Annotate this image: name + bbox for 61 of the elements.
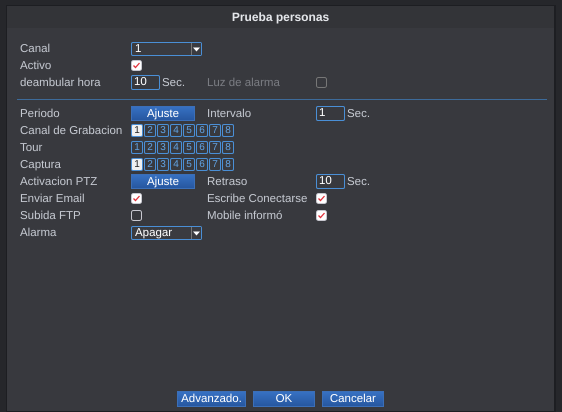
channel-toggle[interactable]: 6 xyxy=(196,158,208,171)
channel-toggle[interactable]: 5 xyxy=(183,158,195,171)
setup-button[interactable]: Ajuste xyxy=(131,106,195,121)
field-label: Tour xyxy=(20,142,44,154)
field-label: Canal xyxy=(20,42,52,54)
window-title: Prueba personas xyxy=(232,10,330,24)
checkbox[interactable] xyxy=(316,210,327,221)
channel-toggle[interactable]: 1 xyxy=(131,141,143,154)
field-label: Alarma xyxy=(20,226,58,238)
dropdown[interactable]: Apagar xyxy=(131,226,202,240)
number-field[interactable]: 10 xyxy=(316,174,345,189)
field-label: Luz de alarma xyxy=(207,76,281,88)
number-field[interactable]: 10 xyxy=(131,75,160,90)
field-label: Periodo xyxy=(20,108,61,120)
channel-toggle[interactable]: 1 xyxy=(131,124,143,137)
field-label: Activo xyxy=(20,60,52,72)
dialog-button[interactable]: Cancelar xyxy=(322,391,384,407)
channel-toggle[interactable]: 7 xyxy=(209,141,221,154)
channel-toggle[interactable]: 7 xyxy=(209,124,221,137)
unit-label: Sec. xyxy=(347,108,370,120)
unit-label: Sec. xyxy=(347,176,370,188)
field-label: Canal de Grabacion xyxy=(20,124,124,136)
dialog-button[interactable]: OK xyxy=(252,391,315,407)
channel-toggle[interactable]: 1 xyxy=(131,158,143,171)
channel-toggle[interactable]: 4 xyxy=(170,141,182,154)
channel-toggle[interactable]: 4 xyxy=(170,158,182,171)
field-label: Activacion PTZ xyxy=(20,176,98,188)
field-label: Mobile informó xyxy=(207,210,284,222)
channel-toggle[interactable]: 7 xyxy=(209,158,221,171)
channel-toggle[interactable]: 8 xyxy=(222,158,234,171)
checkbox[interactable] xyxy=(316,193,327,204)
field-label: Captura xyxy=(20,158,62,170)
checkbox[interactable] xyxy=(131,60,142,71)
field-label: Escribe Conectarse xyxy=(207,192,308,204)
channel-toggle[interactable]: 8 xyxy=(222,124,234,137)
field-label: Enviar Email xyxy=(20,192,86,204)
field-label: Subida FTP xyxy=(20,210,82,222)
channel-toggle[interactable]: 2 xyxy=(144,141,156,154)
dropdown[interactable]: 1 xyxy=(131,42,202,56)
channel-toggle[interactable]: 5 xyxy=(183,141,195,154)
field-label: Intervalo xyxy=(207,108,252,120)
caret-icon xyxy=(191,42,201,54)
dialog-button[interactable]: Advanzado. xyxy=(177,391,246,407)
channel-toggle[interactable]: 8 xyxy=(222,141,234,154)
checkbox[interactable] xyxy=(131,193,142,204)
channel-toggle[interactable]: 2 xyxy=(144,124,156,137)
channel-toggle[interactable]: 3 xyxy=(157,158,169,171)
number-field[interactable]: 1 xyxy=(316,106,345,121)
channel-toggle[interactable]: 6 xyxy=(196,124,208,137)
channel-toggle[interactable]: 3 xyxy=(157,141,169,154)
checkbox[interactable] xyxy=(131,210,142,221)
caret-icon xyxy=(191,226,201,238)
channel-toggle[interactable]: 4 xyxy=(170,124,182,137)
unit-label: Sec. xyxy=(162,76,186,88)
field-label: deambular hora xyxy=(20,76,102,88)
setup-button[interactable]: Ajuste xyxy=(131,174,195,189)
channel-toggle[interactable]: 2 xyxy=(144,158,156,171)
channel-toggle[interactable]: 6 xyxy=(196,141,208,154)
channel-toggle[interactable]: 3 xyxy=(157,124,169,137)
channel-toggle[interactable]: 5 xyxy=(183,124,195,137)
field-label: Retraso xyxy=(207,176,248,188)
